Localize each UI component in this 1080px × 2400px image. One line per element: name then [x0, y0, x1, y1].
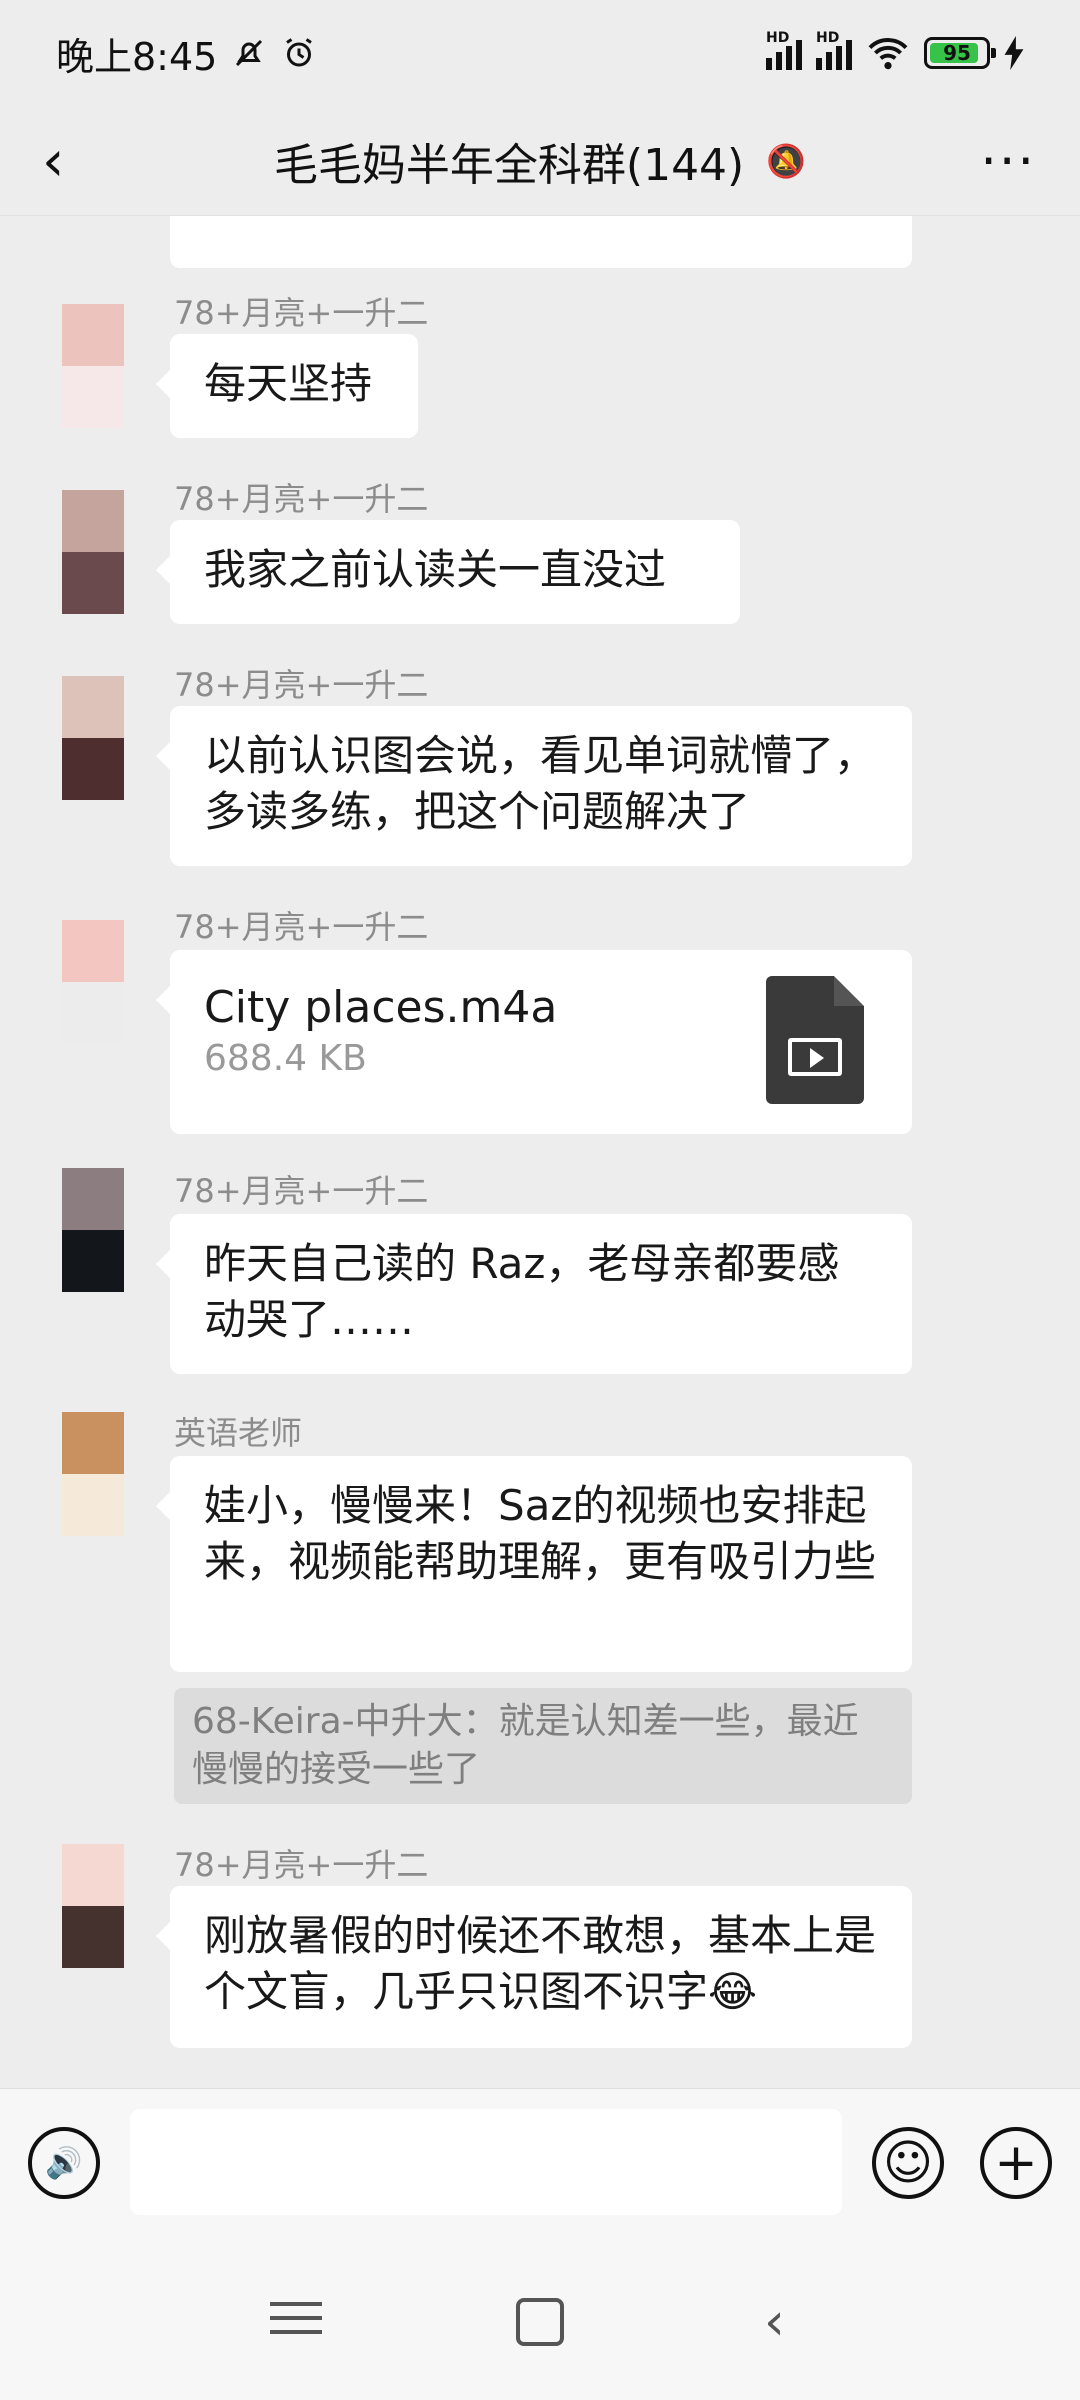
plus-icon: + — [994, 2133, 1038, 2193]
chat-title: 毛毛妈半年全科群(144) — [273, 139, 745, 191]
chat-header: ‹ 毛毛妈半年全科群(144) 🔕 ··· — [0, 106, 1080, 216]
signal-hd-icon: HD — [816, 30, 852, 70]
avatar[interactable] — [62, 1412, 124, 1536]
silent-bell-icon — [236, 39, 263, 67]
message-bubble[interactable]: 每天坚持 — [156, 334, 418, 438]
quoted-reply[interactable]: 68-Keira-中升大：就是认知差一些，最近慢慢的接受一些了 — [174, 1688, 912, 1804]
avatar[interactable] — [62, 676, 124, 800]
voice-button[interactable]: 🔊 — [28, 2127, 100, 2199]
message-text: 以前认识图会说，看见单词就懵了，多读多练，把这个问题解决了 — [204, 731, 877, 836]
video-file-icon — [766, 976, 864, 1104]
play-glyph — [788, 1038, 842, 1076]
more-functions-button[interactable]: + — [980, 2127, 1052, 2199]
avatar[interactable] — [62, 1844, 124, 1968]
message-bubble-partial[interactable] — [170, 216, 912, 268]
sender-name: 78+月亮+一升二 — [174, 1172, 429, 1210]
muted-bell-icon: 🔕 — [766, 141, 807, 180]
emoji-icon: ☺ — [882, 2135, 934, 2191]
signal-hd-icon: HD — [766, 30, 802, 70]
avatar[interactable] — [62, 304, 124, 428]
sim1-hd-label: HD — [766, 30, 790, 46]
quote-text: 68-Keira-中升大：就是认知差一些，最近慢慢的接受一些了 — [192, 1701, 859, 1790]
message-text: 刚放暑假的时候还不敢想，基本上是个文盲，几乎只识图不识字😂 — [204, 1911, 877, 2016]
message-text: 昨天自己读的 Raz，老母亲都要感动哭了…… — [204, 1239, 840, 1344]
avatar[interactable] — [62, 490, 124, 614]
file-message[interactable]: City places.m4a 688.4 KB — [156, 950, 912, 1134]
wifi-icon — [868, 38, 908, 70]
status-left: 晚上8:45 — [56, 26, 317, 81]
avatar[interactable] — [62, 920, 124, 1044]
back-button[interactable]: ‹ — [42, 132, 82, 192]
back-icon[interactable]: ‹ — [764, 2292, 785, 2352]
voice-input-icon: 🔊 — [45, 2145, 83, 2181]
menu-icon[interactable] — [270, 2292, 322, 2352]
message-input[interactable] — [130, 2109, 842, 2215]
nav-back-glyph: ‹ — [764, 2292, 785, 2352]
message-text: 每天坚持 — [204, 359, 373, 408]
chat-message-list[interactable]: 78+月亮+一升二 每天坚持 78+月亮+一升二 我家之前认读关一直没过 78+… — [0, 216, 1080, 2088]
alarm-clock-icon — [286, 38, 313, 67]
home-icon[interactable] — [516, 2298, 564, 2346]
status-bar: 晚上8:45 HD HD 95 — [0, 0, 1080, 106]
sender-name: 78+月亮+一升二 — [174, 908, 429, 946]
message-text: 我家之前认读关一直没过 — [204, 545, 667, 594]
message-bubble[interactable]: 以前认识图会说，看见单词就懵了，多读多练，把这个问题解决了 — [156, 706, 912, 866]
sender-name: 78+月亮+一升二 — [174, 1846, 429, 1884]
battery-icon: 95 — [924, 37, 996, 69]
battery-level: 95 — [943, 41, 971, 65]
message-bubble[interactable]: 昨天自己读的 Raz，老母亲都要感动哭了…… — [156, 1214, 912, 1374]
more-button[interactable]: ··· — [980, 136, 1036, 188]
more-dots-icon: ··· — [980, 132, 1036, 192]
emoji-button[interactable]: ☺ — [872, 2127, 944, 2199]
status-time: 晚上8:45 — [56, 34, 218, 79]
chevron-left-icon: ‹ — [42, 129, 65, 194]
sender-name: 78+月亮+一升二 — [174, 480, 429, 518]
message-bubble[interactable]: 娃小，慢慢来！Saz的视频也安排起来，视频能帮助理解，更有吸引力些 — [156, 1456, 912, 1672]
avatar[interactable] — [62, 1168, 124, 1292]
status-right: HD HD 95 — [766, 30, 1024, 71]
message-bubble[interactable]: 我家之前认读关一直没过 — [156, 520, 740, 624]
sim2-hd-label: HD — [816, 30, 840, 46]
system-nav-bar: ‹ — [0, 2248, 1080, 2400]
sender-name: 78+月亮+一升二 — [174, 294, 429, 332]
sender-name: 英语老师 — [174, 1414, 303, 1452]
sender-name: 78+月亮+一升二 — [174, 666, 429, 704]
charging-icon — [1004, 36, 1024, 70]
message-bubble[interactable]: 刚放暑假的时候还不敢想，基本上是个文盲，几乎只识图不识字😂 — [156, 1886, 912, 2048]
message-input-bar: 🔊 ☺ + — [0, 2088, 1080, 2248]
message-text: 娃小，慢慢来！Saz的视频也安排起来，视频能帮助理解，更有吸引力些 — [204, 1481, 877, 1586]
